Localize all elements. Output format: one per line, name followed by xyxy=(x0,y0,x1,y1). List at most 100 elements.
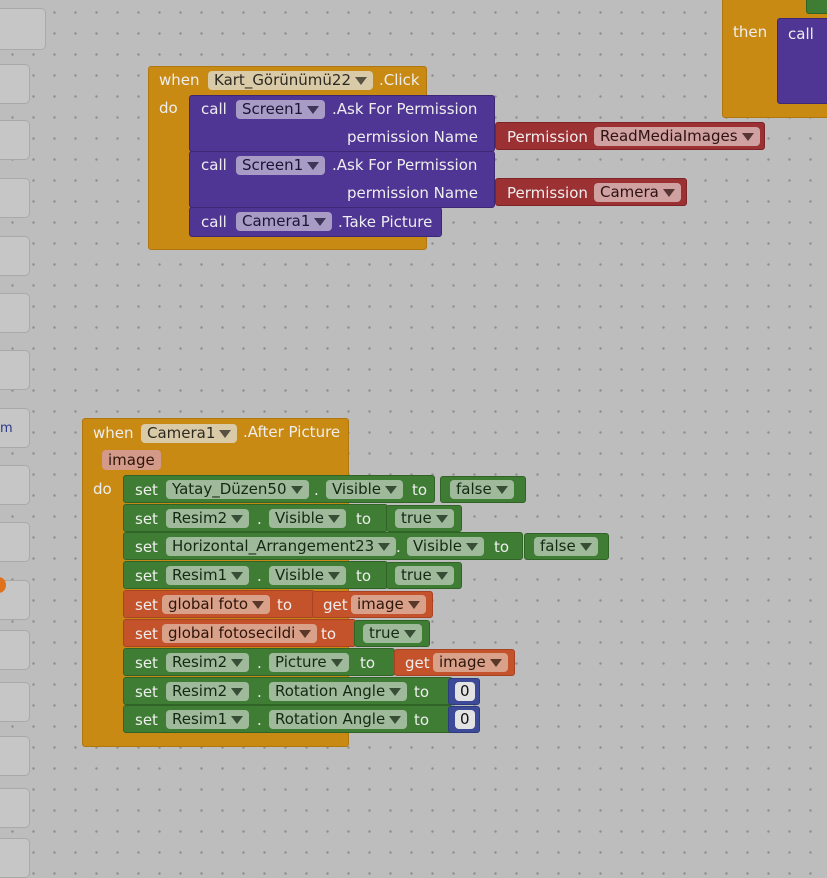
component-dropdown[interactable]: Resim2 xyxy=(166,509,250,528)
variable-dropdown[interactable]: global foto xyxy=(162,595,271,614)
call-label: call xyxy=(201,156,227,174)
property-dropdown[interactable]: Visible xyxy=(269,509,346,528)
get-variable-dropdown[interactable]: image xyxy=(351,595,426,614)
event-name: .After Picture xyxy=(243,423,341,441)
property-dropdown[interactable]: Visible xyxy=(326,480,403,499)
get-variable-dropdown[interactable]: image xyxy=(433,653,508,672)
boolean-value-block[interactable]: true xyxy=(354,620,430,647)
set-label: set xyxy=(135,625,158,643)
set-property-block[interactable]: set Resim2 . Picture to xyxy=(123,648,395,676)
event-parameter-image[interactable]: image xyxy=(102,450,161,470)
boolean-value-block[interactable]: true xyxy=(386,562,462,589)
component-dropdown[interactable]: Resim1 xyxy=(166,566,250,585)
palette-button[interactable] xyxy=(0,630,30,670)
set-label: set xyxy=(135,596,158,614)
component-dropdown[interactable]: Yatay_Düzen50 xyxy=(166,480,309,499)
property-dropdown[interactable]: Rotation Angle xyxy=(269,682,408,701)
number-field[interactable]: 0 xyxy=(455,682,475,701)
property-dropdown[interactable]: Rotation Angle xyxy=(269,710,408,729)
property-dropdown[interactable]: Picture xyxy=(269,653,349,672)
component-dropdown[interactable]: Resim1 xyxy=(166,710,250,729)
permission-value-block[interactable]: Permission Camera xyxy=(495,178,687,206)
palette-button[interactable] xyxy=(0,8,46,50)
screen-dropdown[interactable]: Screen1 xyxy=(236,100,326,119)
set-variable-block[interactable]: set global foto to xyxy=(123,590,315,618)
arg-label: permission Name xyxy=(347,184,478,202)
boolean-dropdown[interactable]: true xyxy=(363,624,422,643)
palette-button[interactable] xyxy=(0,465,30,505)
component-dropdown[interactable]: Horizontal_Arrangement23 xyxy=(166,537,397,556)
set-label: set xyxy=(135,567,158,585)
set-property-block[interactable]: set Resim2 . Rotation Angle to xyxy=(123,677,453,705)
number-field[interactable]: 0 xyxy=(455,710,475,729)
call-label: call xyxy=(201,213,227,231)
to-label: to xyxy=(356,567,372,585)
take-picture-call-block[interactable]: call Camera1 .Take Picture xyxy=(189,207,442,237)
camera-dropdown[interactable]: Camera1 xyxy=(141,424,238,443)
set-label: set xyxy=(135,481,158,499)
permission-dropdown[interactable]: Camera xyxy=(594,183,681,202)
set-label: set xyxy=(135,538,158,556)
set-property-block[interactable]: set Yatay_Düzen50 . Visible to xyxy=(123,475,435,503)
permission-dropdown[interactable]: ReadMediaImages xyxy=(594,127,760,146)
palette-button[interactable] xyxy=(0,788,30,828)
palette-button[interactable] xyxy=(0,350,30,390)
property-dropdown[interactable]: Visible xyxy=(407,537,484,556)
call-block-partial[interactable]: call xyxy=(777,18,827,104)
camera-dropdown[interactable]: Camera1 xyxy=(236,212,333,231)
boolean-value-block[interactable]: false xyxy=(524,533,609,560)
to-label: to xyxy=(494,538,510,556)
dot-label: . xyxy=(396,538,401,556)
event-name: .Click xyxy=(379,71,420,89)
to-label: to xyxy=(412,481,428,499)
ask-permission-call-block[interactable]: call Screen1 .Ask For Permission permiss… xyxy=(189,95,495,152)
palette-button[interactable] xyxy=(0,236,30,276)
permission-label: Permission xyxy=(507,128,588,146)
method-name: .Ask For Permission xyxy=(332,100,478,118)
boolean-dropdown[interactable]: false xyxy=(450,480,514,499)
component-dropdown[interactable]: Resim2 xyxy=(166,682,250,701)
permission-value-block[interactable]: Permission ReadMediaImages xyxy=(495,122,765,150)
set-variable-block[interactable]: set global fotosecildi to xyxy=(123,619,356,647)
screen-dropdown[interactable]: Screen1 xyxy=(236,156,326,175)
set-property-block[interactable]: set Resim2 . Visible to xyxy=(123,504,388,532)
boolean-dropdown[interactable]: false xyxy=(534,537,598,556)
set-property-block[interactable]: set Resim1 . Visible to xyxy=(123,561,388,589)
number-value-block[interactable]: 0 xyxy=(448,678,480,705)
palette-button[interactable] xyxy=(0,64,30,104)
to-label: to xyxy=(414,683,430,701)
palette-button[interactable] xyxy=(0,178,30,218)
call-label: call xyxy=(788,25,814,43)
method-name: .Take Picture xyxy=(338,213,433,231)
get-variable-block[interactable]: get image xyxy=(394,649,515,676)
to-label: to xyxy=(356,510,372,528)
dot-label: . xyxy=(257,711,262,729)
variable-dropdown[interactable]: global fotosecildi xyxy=(162,624,318,643)
palette-partial-label: m xyxy=(0,421,13,436)
ask-permission-call-block[interactable]: call Screen1 .Ask For Permission permiss… xyxy=(189,151,495,208)
set-label: set xyxy=(135,711,158,729)
to-label: to xyxy=(277,596,293,614)
palette-button[interactable] xyxy=(0,293,30,333)
partial-green-block[interactable] xyxy=(806,0,827,14)
palette-button[interactable] xyxy=(0,522,30,562)
palette-button[interactable] xyxy=(0,682,30,722)
property-dropdown[interactable]: Visible xyxy=(269,566,346,585)
boolean-dropdown[interactable]: true xyxy=(395,566,454,585)
set-property-block[interactable]: set Horizontal_Arrangement23 . Visible t… xyxy=(123,532,523,560)
palette-button[interactable] xyxy=(0,120,30,160)
component-dropdown[interactable]: Resim2 xyxy=(166,653,250,672)
palette-button[interactable] xyxy=(0,838,30,878)
dot-label: . xyxy=(257,567,262,585)
get-variable-block[interactable]: get image xyxy=(312,591,433,618)
set-label: set xyxy=(135,654,158,672)
palette-button[interactable] xyxy=(0,736,30,776)
number-value-block[interactable]: 0 xyxy=(448,706,480,733)
boolean-value-block[interactable]: false xyxy=(440,476,526,503)
set-property-block[interactable]: set Resim1 . Rotation Angle to xyxy=(123,705,453,733)
do-label: do xyxy=(93,480,112,498)
boolean-value-block[interactable]: true xyxy=(386,505,462,532)
boolean-dropdown[interactable]: true xyxy=(395,509,454,528)
dot-label: . xyxy=(257,510,262,528)
component-dropdown[interactable]: Kart_Görünümü22 xyxy=(208,71,374,90)
